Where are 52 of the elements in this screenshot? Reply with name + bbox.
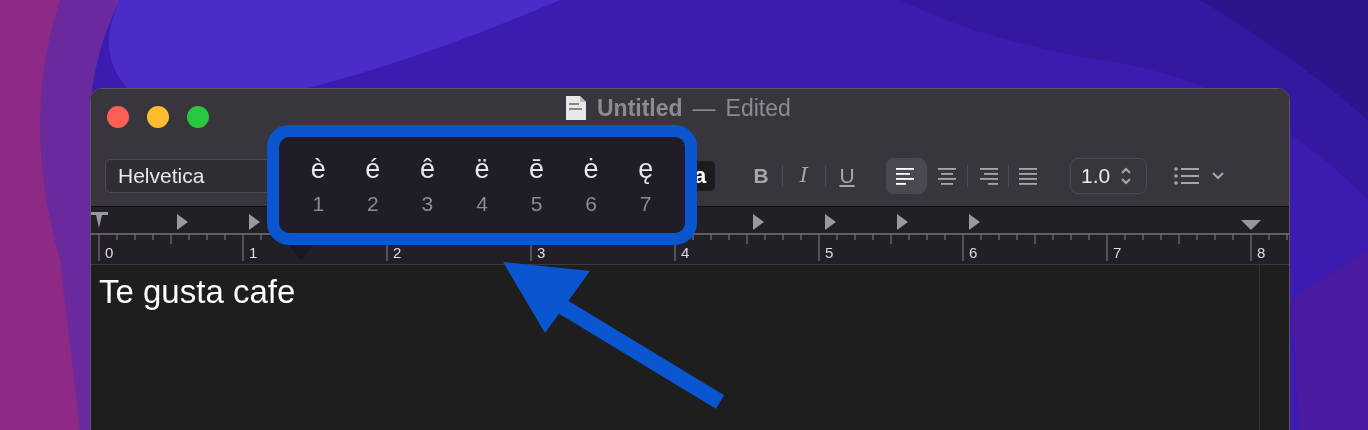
accent-option[interactable]: è [310,156,326,183]
shortcut-number: 3 [421,193,434,214]
align-justify-icon [1018,166,1040,185]
align-left-button[interactable] [886,157,926,194]
indent-marker-icon[interactable] [91,212,108,228]
stepper-icon [1120,165,1133,186]
tab-stop-icon[interactable] [969,214,980,230]
shortcut-number: 5 [530,193,543,214]
shortcut-number: 6 [585,193,597,214]
italic-button[interactable]: I [789,160,819,191]
tab-stop-icon[interactable] [825,214,836,230]
ruler-label: 8 [1257,244,1266,261]
tab-stop-icon[interactable] [177,214,188,230]
tab-stop-icon[interactable] [753,214,764,230]
line-spacing-value: 1.0 [1081,162,1111,189]
document-text: Te gusta cafe [99,272,296,312]
line-spacing-stepper[interactable]: 1.0 [1070,157,1147,194]
underline-button[interactable]: U [832,160,862,191]
ruler-label: 2 [393,244,402,261]
document-icon [565,95,587,121]
tab-stop-icon[interactable] [897,214,908,230]
right-margin-marker-icon[interactable] [1241,220,1261,230]
accent-option[interactable]: ë [474,156,490,183]
ruler-label: 4 [681,244,690,261]
shortcut-number: 4 [476,193,488,214]
accent-option[interactable]: ė [583,156,599,183]
window-subtitle: Edited [725,96,791,120]
tab-stop-icon[interactable] [249,214,260,230]
ruler-label: 1 [249,244,258,261]
accent-option[interactable]: é [365,156,381,183]
window-title: Untitled [597,96,683,120]
accent-option[interactable]: ę [638,156,654,183]
align-left-icon [895,166,917,185]
chevron-down-icon[interactable] [1212,171,1224,180]
ruler-label: 3 [537,244,546,261]
close-button[interactable] [107,106,129,128]
align-center-icon [936,166,958,185]
bold-button[interactable]: B [746,160,776,191]
title-separator: — [692,96,716,120]
ruler-label: 0 [105,244,114,261]
shortcut-number: 7 [639,193,652,214]
align-right-icon [977,166,999,185]
accent-option[interactable]: ê [419,156,435,183]
list-icon[interactable] [1174,166,1200,185]
zoom-button[interactable] [187,106,209,128]
shortcut-number: 2 [367,193,379,214]
minimize-button[interactable] [147,106,169,128]
ruler-label: 7 [1113,244,1122,261]
shortcut-number: 1 [312,193,325,214]
accent-option[interactable]: ē [529,156,545,183]
ruler-label: 6 [969,244,978,261]
ruler-label: 5 [825,244,834,261]
